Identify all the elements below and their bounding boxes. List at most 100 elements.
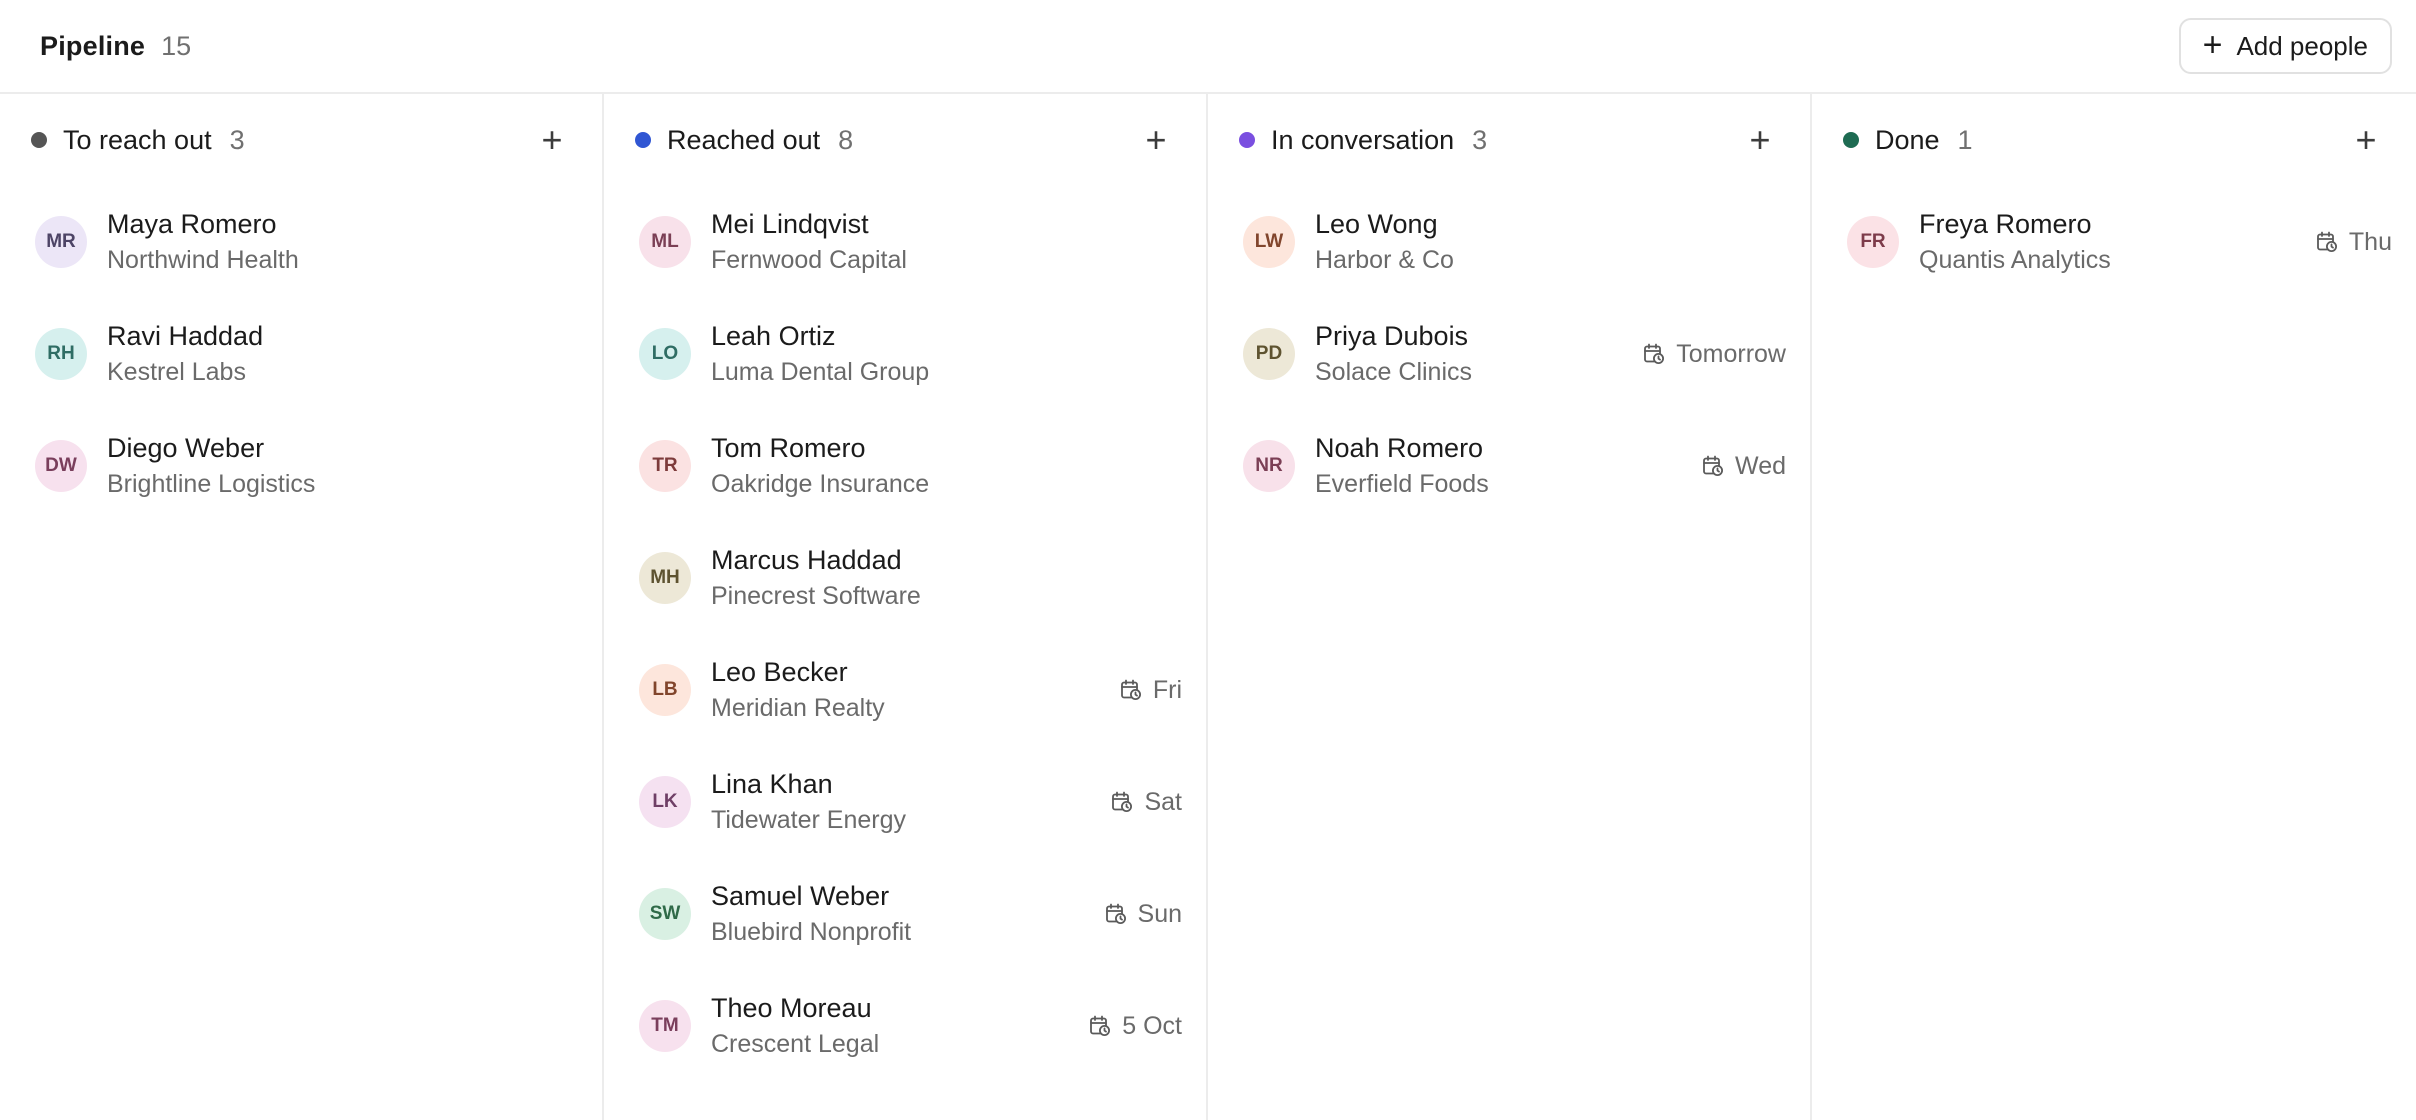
- status-dot-icon: [635, 132, 651, 148]
- contact-card[interactable]: NR Noah Romero Everfield Foods Wed: [1208, 410, 1810, 522]
- due-label: Sat: [1144, 787, 1182, 816]
- column-reached-out: Reached out 8 + ML Mei Lindqvist Fernwood Cap…: [604, 94, 1208, 1120]
- contact-card[interactable]: TR Tom Romero Oakridge Insurance: [604, 410, 1206, 522]
- calendar-clock-icon: [1119, 678, 1143, 702]
- calendar-clock-icon: [1088, 1014, 1112, 1038]
- due-date: Tomorrow: [1642, 340, 1786, 369]
- contact-name: Priya Dubois: [1315, 321, 1469, 351]
- column-count: 3: [229, 124, 245, 155]
- contact-card[interactable]: FR Freya Romero Quantis Analytics Thu: [1812, 186, 2416, 298]
- contact-info: Noah Romero Everfield Foods: [1315, 433, 1489, 499]
- company-name: Kestrel Labs: [107, 358, 246, 386]
- due-date: Fri: [1119, 676, 1182, 705]
- contact-info: Maya Romero Northwind Health: [107, 209, 299, 275]
- avatar: LO: [639, 328, 691, 380]
- top-bar: Pipeline 15 + Add people: [0, 0, 2416, 94]
- contact-name: Marcus Haddad: [711, 545, 902, 575]
- avatar: TM: [639, 1000, 691, 1052]
- contact-name: Ravi Haddad: [107, 321, 264, 351]
- calendar-clock-icon: [1701, 454, 1725, 478]
- column-count: 8: [838, 124, 854, 155]
- add-people-button[interactable]: + Add people: [2178, 18, 2392, 74]
- add-card-icon[interactable]: +: [532, 119, 572, 160]
- calendar-clock-icon: [1110, 790, 1134, 814]
- due-date: Sat: [1110, 788, 1182, 817]
- contact-info: Lina Khan Tidewater Energy: [711, 769, 906, 835]
- company-name: Oakridge Insurance: [711, 470, 930, 498]
- contact-name: Leah Ortiz: [711, 321, 836, 351]
- avatar: MH: [639, 552, 691, 604]
- calendar-clock-icon: [1104, 902, 1128, 926]
- contact-card[interactable]: LB Leo Becker Meridian Realty Fri: [604, 634, 1206, 746]
- company-name: Pinecrest Software: [711, 582, 921, 610]
- card-list: MR Maya Romero Northwind Health RH Ravi Hadd…: [0, 186, 602, 522]
- due-label: Thu: [2348, 227, 2392, 256]
- status-dot-icon: [1239, 132, 1255, 148]
- contact-card[interactable]: MR Maya Romero Northwind Health: [0, 186, 602, 298]
- company-name: Luma Dental Group: [711, 358, 930, 386]
- contact-name: Maya Romero: [107, 209, 277, 239]
- avatar: ML: [639, 216, 691, 268]
- company-name: Quantis Analytics: [1919, 246, 2111, 274]
- contact-name: Leo Becker: [711, 657, 848, 687]
- company-name: Bluebird Nonprofit: [711, 918, 912, 946]
- contact-info: Theo Moreau Crescent Legal: [711, 993, 879, 1059]
- company-name: Northwind Health: [107, 246, 299, 274]
- company-name: Crescent Legal: [711, 1030, 880, 1058]
- avatar: FR: [1847, 216, 1899, 268]
- avatar: TR: [639, 440, 691, 492]
- contact-info: Leo Becker Meridian Realty: [711, 657, 885, 723]
- avatar: NR: [1243, 440, 1295, 492]
- status-dot-icon: [1843, 132, 1859, 148]
- avatar: SW: [639, 888, 691, 940]
- add-card-icon[interactable]: +: [1740, 119, 1780, 160]
- add-card-icon[interactable]: +: [1136, 119, 1176, 160]
- contact-card[interactable]: LK Lina Khan Tidewater Energy Sat: [604, 746, 1206, 858]
- contact-name: Samuel Weber: [711, 881, 890, 911]
- card-list: LW Leo Wong Harbor & Co PD Priya Dubois Solac…: [1208, 186, 1810, 522]
- status-dot-icon: [31, 132, 47, 148]
- add-card-icon[interactable]: +: [2346, 119, 2386, 160]
- contact-info: Samuel Weber Bluebird Nonprofit: [711, 881, 911, 947]
- contact-card[interactable]: ML Mei Lindqvist Fernwood Capital: [604, 186, 1206, 298]
- contact-info: Ravi Haddad Kestrel Labs: [107, 321, 263, 387]
- avatar: RH: [35, 328, 87, 380]
- column-title: Done: [1875, 124, 1940, 155]
- contact-card[interactable]: LO Leah Ortiz Luma Dental Group: [604, 298, 1206, 410]
- column-title: In conversation: [1271, 124, 1455, 155]
- contact-info: Diego Weber Brightline Logistics: [107, 433, 315, 499]
- contact-card[interactable]: RH Ravi Haddad Kestrel Labs: [0, 298, 602, 410]
- calendar-clock-icon: [1642, 342, 1666, 366]
- card-list: FR Freya Romero Quantis Analytics Thu: [1812, 186, 2416, 298]
- contact-card[interactable]: MH Marcus Haddad Pinecrest Software: [604, 522, 1206, 634]
- contact-name: Lina Khan: [711, 769, 833, 799]
- due-label: Wed: [1735, 451, 1786, 480]
- contact-name: Theo Moreau: [711, 993, 872, 1023]
- due-date: Thu: [2315, 228, 2392, 257]
- contact-card[interactable]: PD Priya Dubois Solace Clinics Tomorrow: [1208, 298, 1810, 410]
- company-name: Fernwood Capital: [711, 246, 907, 274]
- contact-card[interactable]: DW Diego Weber Brightline Logistics: [0, 410, 602, 522]
- contact-card[interactable]: TM Theo Moreau Crescent Legal 5 Oct: [604, 970, 1206, 1082]
- column-header: Done 1 +: [1812, 94, 2416, 186]
- contact-name: Mei Lindqvist: [711, 209, 869, 239]
- column-in-conversation: In conversation 3 + LW Leo Wong Harbor & Co PD…: [1208, 94, 1812, 1120]
- contact-card[interactable]: SW Samuel Weber Bluebird Nonprofit Sun: [604, 858, 1206, 970]
- pipeline-count: 15: [161, 30, 192, 61]
- company-name: Everfield Foods: [1315, 470, 1489, 498]
- company-name: Solace Clinics: [1315, 358, 1473, 386]
- column-header: Reached out 8 +: [604, 94, 1206, 186]
- avatar: PD: [1243, 328, 1295, 380]
- add-people-label: Add people: [2236, 30, 2368, 61]
- calendar-clock-icon: [2315, 230, 2339, 254]
- due-label: 5 Oct: [1122, 1011, 1182, 1040]
- contact-name: Leo Wong: [1315, 209, 1438, 239]
- due-label: Fri: [1152, 675, 1182, 704]
- contact-info: Tom Romero Oakridge Insurance: [711, 433, 929, 499]
- due-label: Tomorrow: [1676, 339, 1786, 368]
- due-date: Wed: [1701, 452, 1786, 481]
- due-date: 5 Oct: [1088, 1012, 1182, 1041]
- contact-name: Freya Romero: [1919, 209, 2092, 239]
- avatar: LB: [639, 664, 691, 716]
- contact-card[interactable]: LW Leo Wong Harbor & Co: [1208, 186, 1810, 298]
